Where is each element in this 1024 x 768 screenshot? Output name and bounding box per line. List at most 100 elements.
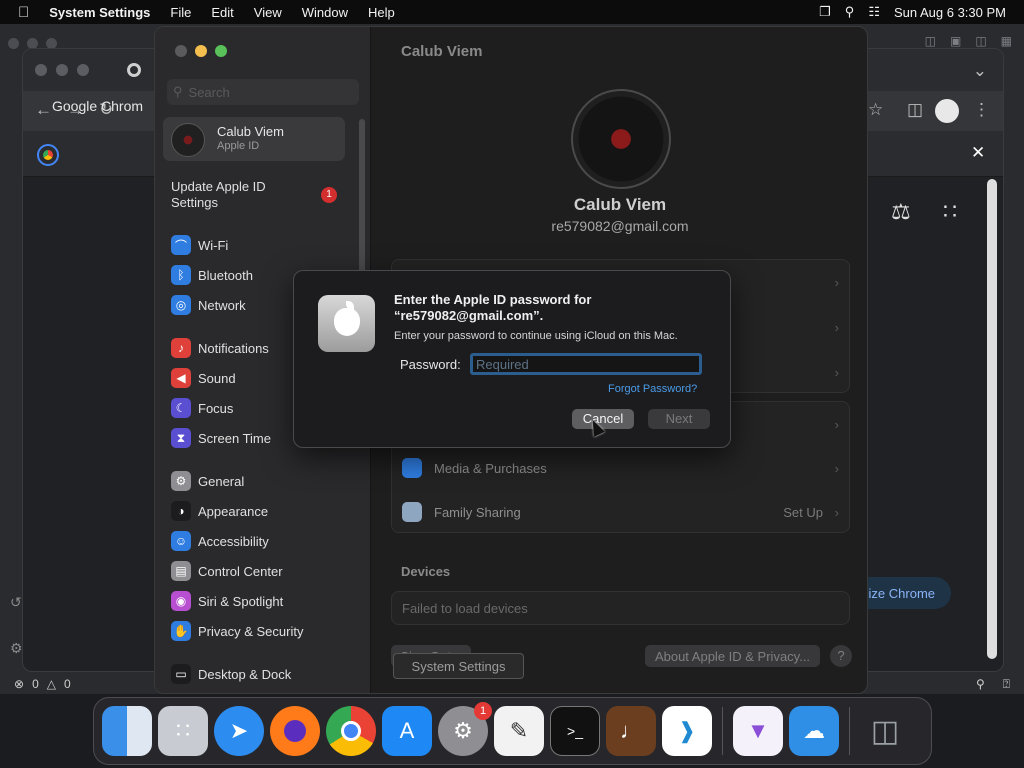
- sidebar-apple-id-account[interactable]: Calub Viem Apple ID: [163, 117, 345, 161]
- row-label: Family Sharing: [434, 504, 521, 520]
- avatar: [171, 123, 205, 157]
- warning-count[interactable]: 0: [64, 677, 71, 691]
- wifi-icon: ⌒: [171, 235, 191, 255]
- dock: ∷ ➤ A ⚙ 1 ✎ >_ ♩ ❱ ▼ ☁ ◫: [93, 697, 932, 765]
- sidebar-item-accessibility[interactable]: ☺ Accessibility: [171, 529, 269, 553]
- sidebar-item-screen-time[interactable]: ⧗ Screen Time: [171, 426, 271, 450]
- split-editor-icon[interactable]: ◫: [975, 34, 986, 48]
- sidebar-item-label: General: [198, 473, 245, 489]
- chrome-logo-icon: [37, 144, 59, 166]
- sidebar-item-label: Notifications: [198, 340, 269, 356]
- history-icon[interactable]: ↺: [10, 594, 22, 611]
- cancel-button[interactable]: Cancel: [572, 409, 634, 429]
- terminal-icon[interactable]: >_: [550, 706, 600, 756]
- forgot-password-link[interactable]: Forgot Password?: [608, 383, 697, 395]
- sidebar-item-notifications[interactable]: ♪ Notifications: [171, 336, 269, 360]
- profile-avatar-icon[interactable]: [935, 99, 959, 123]
- sidebar-item-general[interactable]: ⚙ General: [171, 469, 244, 493]
- menu-help[interactable]: Help: [358, 5, 405, 20]
- system-settings-icon[interactable]: ⚙ 1: [438, 702, 492, 756]
- sidebar-item-wi-fi[interactable]: ⌒ Wi-Fi: [171, 233, 228, 257]
- sidebar-item-label: Screen Time: [198, 430, 271, 446]
- update-apple-id-settings[interactable]: Update Apple ID Settings: [171, 179, 301, 211]
- password-field[interactable]: [470, 353, 702, 375]
- notification-bell-icon[interactable]: ⍰: [1003, 677, 1010, 692]
- menu-app-name[interactable]: System Settings: [39, 5, 160, 20]
- sidebar-item-desktop-dock[interactable]: ▭ Desktop & Dock: [171, 662, 291, 686]
- profile-email: re579082@gmail.com: [551, 218, 689, 234]
- sidebar-item-privacy-security[interactable]: ✋ Privacy & Security: [171, 619, 303, 643]
- update-badge: 1: [321, 187, 337, 203]
- spotlight-search-icon[interactable]: ⚲: [845, 4, 855, 20]
- sidebar-item-control-center[interactable]: ▤ Control Center: [171, 559, 283, 583]
- garageband-icon[interactable]: ♩: [606, 706, 656, 756]
- weather-icon[interactable]: ☁: [789, 706, 839, 756]
- about-apple-id-privacy-button[interactable]: About Apple ID & Privacy...: [645, 645, 820, 667]
- sidebar-item-focus[interactable]: ☾ Focus: [171, 396, 233, 420]
- screen-mirroring-icon[interactable]: ❐: [819, 4, 831, 20]
- sidebar-search-field[interactable]: ⚲ Search: [167, 79, 359, 105]
- side-panel-icon[interactable]: ◫: [907, 100, 923, 120]
- menu-clock[interactable]: Sun Aug 6 3:30 PM: [894, 5, 1006, 20]
- sidebar-item-appearance[interactable]: ◑ Appearance: [171, 499, 268, 523]
- window-controls: [175, 45, 227, 57]
- app-store-icon[interactable]: A: [382, 706, 432, 756]
- chrome-icon[interactable]: [326, 706, 376, 756]
- control-center-toggle-icon[interactable]: ☷: [868, 4, 880, 20]
- sidebar-toggle-icon[interactable]: ◫: [925, 34, 936, 48]
- chrome-tab-favicon-icon[interactable]: [127, 63, 141, 77]
- help-button[interactable]: ?: [830, 645, 852, 667]
- menu-edit[interactable]: Edit: [201, 5, 243, 20]
- next-button[interactable]: Next: [648, 409, 710, 429]
- labs-flask-icon[interactable]: ⚖: [891, 199, 911, 225]
- back-icon[interactable]: ←: [35, 100, 52, 120]
- dialog-title: Enter the Apple ID password for “re57908…: [394, 292, 592, 323]
- close-window-button[interactable]: [175, 45, 187, 57]
- menu-file[interactable]: File: [160, 5, 201, 20]
- trash-icon[interactable]: ◫: [860, 706, 910, 756]
- apps-grid-icon[interactable]: ∷: [943, 199, 957, 225]
- chevron-right-icon: ›: [834, 274, 839, 290]
- layout-toggle-icons: ◫ ▣ ◫ ▦: [925, 34, 1012, 48]
- error-icon[interactable]: ⊗: [14, 677, 24, 691]
- chrome-scrollbar[interactable]: [987, 179, 997, 659]
- sidebar-item-siri-spotlight[interactable]: ◉ Siri & Spotlight: [171, 589, 283, 613]
- broadcast-icon[interactable]: ⚲: [976, 677, 985, 692]
- apple-menu-icon[interactable]: : [0, 4, 39, 21]
- panel-toggle-icon[interactable]: ▣: [950, 34, 961, 48]
- row-value: Set Up: [783, 504, 823, 520]
- menu-view[interactable]: View: [244, 5, 292, 20]
- app-store-icon: [402, 458, 422, 478]
- sidebar-item-network[interactable]: ◎ Network: [171, 293, 246, 317]
- search-icon: ⚲: [173, 84, 183, 99]
- bookmark-star-icon[interactable]: ☆: [868, 100, 883, 120]
- visual-studio-icon[interactable]: ▼: [733, 706, 783, 756]
- firefox-icon[interactable]: [270, 706, 320, 756]
- sidebar-item-sound[interactable]: ◀ Sound: [171, 366, 236, 390]
- devices-status: Failed to load devices: [391, 591, 850, 625]
- account-name: Calub Viem: [217, 124, 284, 139]
- sidebar-item-bluetooth[interactable]: ᛒ Bluetooth: [171, 263, 253, 287]
- family-sharing-row[interactable]: Family Sharing Set Up ›: [392, 490, 849, 534]
- control-center-icon: ▤: [171, 561, 191, 581]
- minimize-window-button[interactable]: [195, 45, 207, 57]
- menu-window[interactable]: Window: [292, 5, 358, 20]
- vscode-icon[interactable]: ❱: [662, 706, 712, 756]
- finder-icon[interactable]: [102, 706, 152, 756]
- chrome-menu-icon[interactable]: ⋮: [973, 100, 990, 120]
- dock-separator: [722, 707, 723, 755]
- launchpad-icon[interactable]: ∷: [158, 706, 208, 756]
- media-purchases-row[interactable]: Media & Purchases ›: [392, 446, 849, 490]
- zoom-window-button[interactable]: [215, 45, 227, 57]
- customize-layout-icon[interactable]: ▦: [1001, 34, 1012, 48]
- profile-picture[interactable]: [571, 89, 671, 189]
- warning-icon[interactable]: △: [47, 677, 56, 691]
- textedit-icon[interactable]: ✎: [494, 706, 544, 756]
- tab-search-chevron-icon[interactable]: ⌄: [973, 61, 987, 81]
- safari-icon[interactable]: ➤: [214, 706, 264, 756]
- close-banner-icon[interactable]: ✕: [971, 143, 985, 163]
- settings-gear-icon[interactable]: ⚙: [10, 640, 23, 657]
- error-count[interactable]: 0: [32, 677, 39, 691]
- bluetooth-icon: ᛒ: [171, 265, 191, 285]
- siri-icon: ◉: [171, 591, 191, 611]
